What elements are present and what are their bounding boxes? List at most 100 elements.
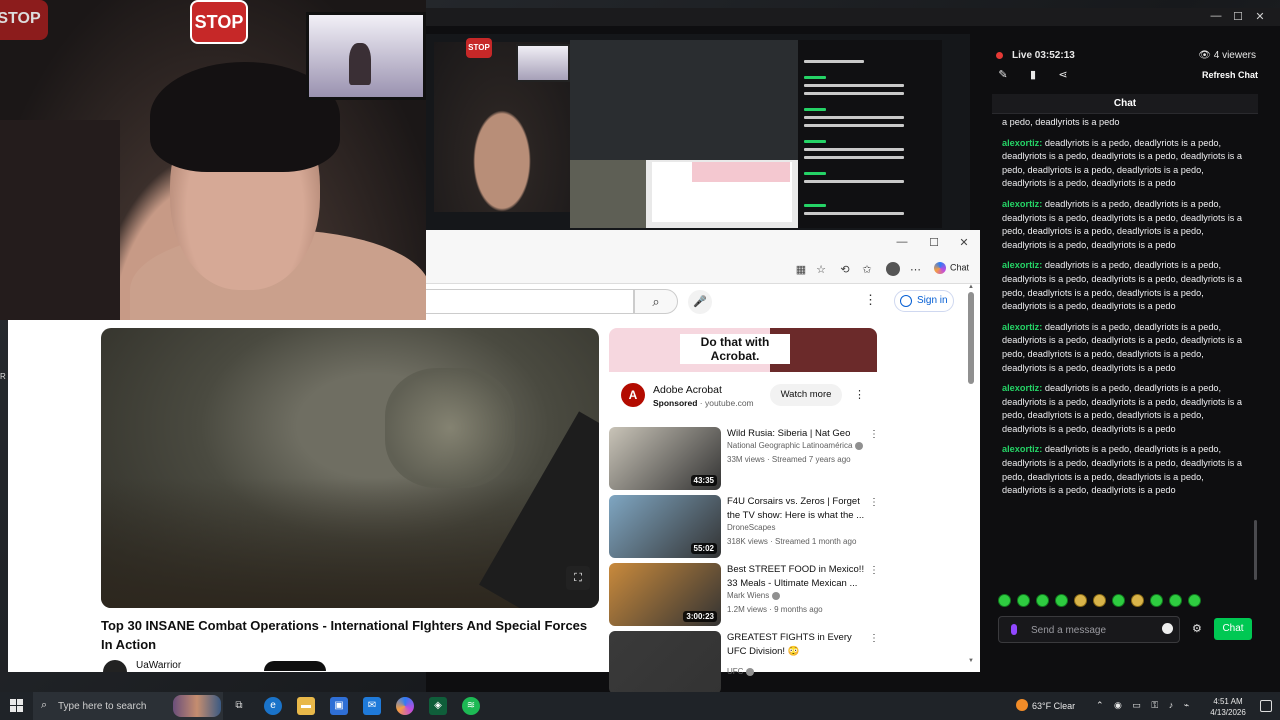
emote-icon[interactable] bbox=[1074, 594, 1087, 607]
weather-icon[interactable] bbox=[1016, 699, 1028, 711]
file-explorer-icon[interactable]: ▬ bbox=[297, 697, 315, 715]
chat-message: alexortiz: deadlyriots is a pedo, deadly… bbox=[1002, 137, 1246, 191]
close-icon[interactable]: ✕ bbox=[1250, 10, 1270, 23]
weather-text[interactable]: 63°F Clear bbox=[1032, 701, 1075, 711]
search-input[interactable] bbox=[426, 289, 634, 314]
scroll-up-arrow[interactable]: ▲ bbox=[968, 284, 974, 290]
more-vert-icon[interactable]: ⋮ bbox=[869, 565, 879, 576]
clock[interactable]: 4:51 AM 4/13/2026 bbox=[1206, 696, 1250, 718]
spotify-icon[interactable]: ≋ bbox=[462, 697, 480, 715]
verified-icon bbox=[855, 441, 864, 450]
more-vert-icon[interactable]: ⋮ bbox=[854, 388, 865, 401]
video-player[interactable] bbox=[101, 328, 599, 608]
more-vert-icon[interactable]: ⋮ bbox=[869, 497, 879, 508]
emote-icon[interactable] bbox=[1055, 594, 1068, 607]
chat-username[interactable]: alexortiz: bbox=[1002, 260, 1042, 270]
emote-icon[interactable] bbox=[1036, 594, 1049, 607]
preview-line bbox=[804, 212, 904, 215]
extensions-icon[interactable]: ⟲ bbox=[838, 263, 852, 277]
recommended-video[interactable]: GREATEST FIGHTS in Every UFC Division! 😳… bbox=[609, 631, 879, 695]
mail-icon[interactable]: ✉ bbox=[363, 697, 381, 715]
emote-icon[interactable] bbox=[1188, 594, 1201, 607]
more-vert-icon[interactable]: ⋮ bbox=[869, 633, 879, 644]
maximize-icon[interactable]: ☐ bbox=[924, 236, 944, 249]
favorites-icon[interactable]: ✩ bbox=[860, 263, 874, 277]
emote-icon[interactable] bbox=[998, 594, 1011, 607]
scroll-down-arrow[interactable]: ▼ bbox=[968, 658, 974, 664]
background-tv bbox=[306, 12, 426, 100]
tray-icons[interactable]: ⌃ ◉ ▭ ⚿ ♪ ⌁ bbox=[1096, 700, 1193, 711]
recommended-video[interactable]: 3:00:23 Best STREET FOOD in Mexico!! 33 M… bbox=[609, 563, 879, 627]
windows-start-icon[interactable] bbox=[10, 699, 23, 712]
chat-scrollbar[interactable] bbox=[1254, 520, 1257, 580]
video-thumbnail[interactable] bbox=[609, 631, 721, 694]
channel-name[interactable]: DroneScapes bbox=[727, 523, 775, 532]
video-thumbnail[interactable]: 43:35 bbox=[609, 427, 721, 490]
mic-icon[interactable]: 🎤 bbox=[688, 290, 712, 314]
video-title[interactable]: GREATEST FIGHTS in Every UFC Division! 😳 bbox=[727, 631, 867, 658]
channel-name[interactable]: National Geographic Latinoamérica bbox=[727, 441, 864, 450]
account-icon bbox=[900, 295, 912, 307]
mic-icon[interactable] bbox=[1011, 624, 1017, 635]
copilot-icon[interactable] bbox=[396, 697, 414, 715]
maximize-icon[interactable]: ☐ bbox=[1228, 10, 1248, 23]
clip-icon[interactable]: ▮ bbox=[1026, 68, 1040, 82]
notifications-icon[interactable] bbox=[1260, 700, 1272, 712]
channel-name[interactable]: UFC bbox=[727, 667, 755, 676]
emote-icon[interactable] bbox=[1131, 594, 1144, 607]
refresh-chat-button[interactable]: Refresh Chat bbox=[1202, 70, 1258, 80]
close-icon[interactable]: ✕ bbox=[954, 236, 974, 249]
chat-username[interactable]: alexortiz: bbox=[1002, 383, 1042, 393]
emote-row bbox=[998, 594, 1238, 610]
sign-in-button[interactable]: Sign in bbox=[894, 290, 954, 312]
emote-icon[interactable] bbox=[1150, 594, 1163, 607]
more-vert-icon[interactable]: ⋮ bbox=[864, 292, 877, 308]
edge-icon[interactable]: e bbox=[264, 697, 282, 715]
copilot-chat-button[interactable]: Chat bbox=[934, 262, 969, 274]
chat-username[interactable]: alexortiz: bbox=[1002, 199, 1042, 209]
profile-avatar[interactable] bbox=[886, 262, 900, 276]
chat-message: alexortiz: deadlyriots is a pedo, deadly… bbox=[1002, 198, 1246, 252]
pencil-icon[interactable]: ✎ bbox=[996, 68, 1010, 82]
channel-name[interactable]: UaWarrior bbox=[136, 660, 181, 671]
more-vert-icon[interactable]: ⋮ bbox=[869, 429, 879, 440]
app-icon[interactable]: ◈ bbox=[429, 697, 447, 715]
taskbar-search[interactable]: ⌕ Type here to search bbox=[33, 692, 223, 720]
store-icon[interactable]: ▣ bbox=[330, 697, 348, 715]
split-screen-icon[interactable]: ▦ bbox=[794, 263, 808, 277]
page-scrollbar[interactable] bbox=[968, 292, 974, 384]
emote-icon[interactable] bbox=[1093, 594, 1106, 607]
chat-username[interactable]: alexortiz: bbox=[1002, 138, 1042, 148]
chat-message-input[interactable]: Send a message bbox=[998, 616, 1180, 643]
recommended-video[interactable]: 55:02 F4U Corsairs vs. Zeros | Forget the… bbox=[609, 495, 879, 559]
video-thumbnail[interactable]: 55:02 bbox=[609, 495, 721, 558]
miniplayer-icon[interactable]: ⛶ bbox=[566, 566, 590, 590]
search-icon[interactable]: ⌕ bbox=[634, 289, 678, 314]
task-view-icon[interactable]: ⧉ bbox=[230, 697, 248, 715]
watch-more-button[interactable]: Watch more bbox=[770, 384, 842, 406]
live-status: Live 03:52:13 bbox=[1012, 50, 1075, 61]
preview-line bbox=[804, 140, 826, 143]
chat-message: a pedo, deadlyriots is a pedo bbox=[1002, 116, 1246, 130]
video-title[interactable]: Best STREET FOOD in Mexico!! 33 Meals - … bbox=[727, 563, 867, 590]
minimize-icon[interactable]: — bbox=[892, 236, 912, 248]
chat-username[interactable]: alexortiz: bbox=[1002, 322, 1042, 332]
recommended-video[interactable]: 43:35 Wild Rusia: Siberia | Nat Geo Nation… bbox=[609, 427, 879, 491]
emote-icon[interactable] bbox=[1169, 594, 1182, 607]
star-icon[interactable]: ☆ bbox=[814, 263, 828, 277]
emote-icon[interactable] bbox=[1017, 594, 1030, 607]
video-title[interactable]: F4U Corsairs vs. Zeros | Forget the TV s… bbox=[727, 495, 867, 522]
chat-username[interactable]: alexortiz: bbox=[1002, 444, 1042, 454]
gear-icon[interactable]: ⚙ bbox=[1192, 622, 1202, 635]
share-icon[interactable]: ⋖ bbox=[1056, 68, 1070, 82]
video-thumbnail[interactable]: 3:00:23 bbox=[609, 563, 721, 626]
more-icon[interactable]: ⋯ bbox=[910, 263, 921, 276]
emote-icon[interactable] bbox=[1112, 594, 1125, 607]
emoji-icon[interactable] bbox=[1162, 623, 1173, 634]
video-title[interactable]: Wild Rusia: Siberia | Nat Geo bbox=[727, 427, 867, 441]
minimize-icon[interactable]: — bbox=[1206, 10, 1226, 22]
chat-send-button[interactable]: Chat bbox=[1214, 618, 1252, 640]
subscribe-button[interactable] bbox=[264, 661, 326, 671]
ad-advertiser[interactable]: Adobe Acrobat bbox=[653, 384, 722, 396]
channel-name[interactable]: Mark Wiens bbox=[727, 591, 781, 600]
